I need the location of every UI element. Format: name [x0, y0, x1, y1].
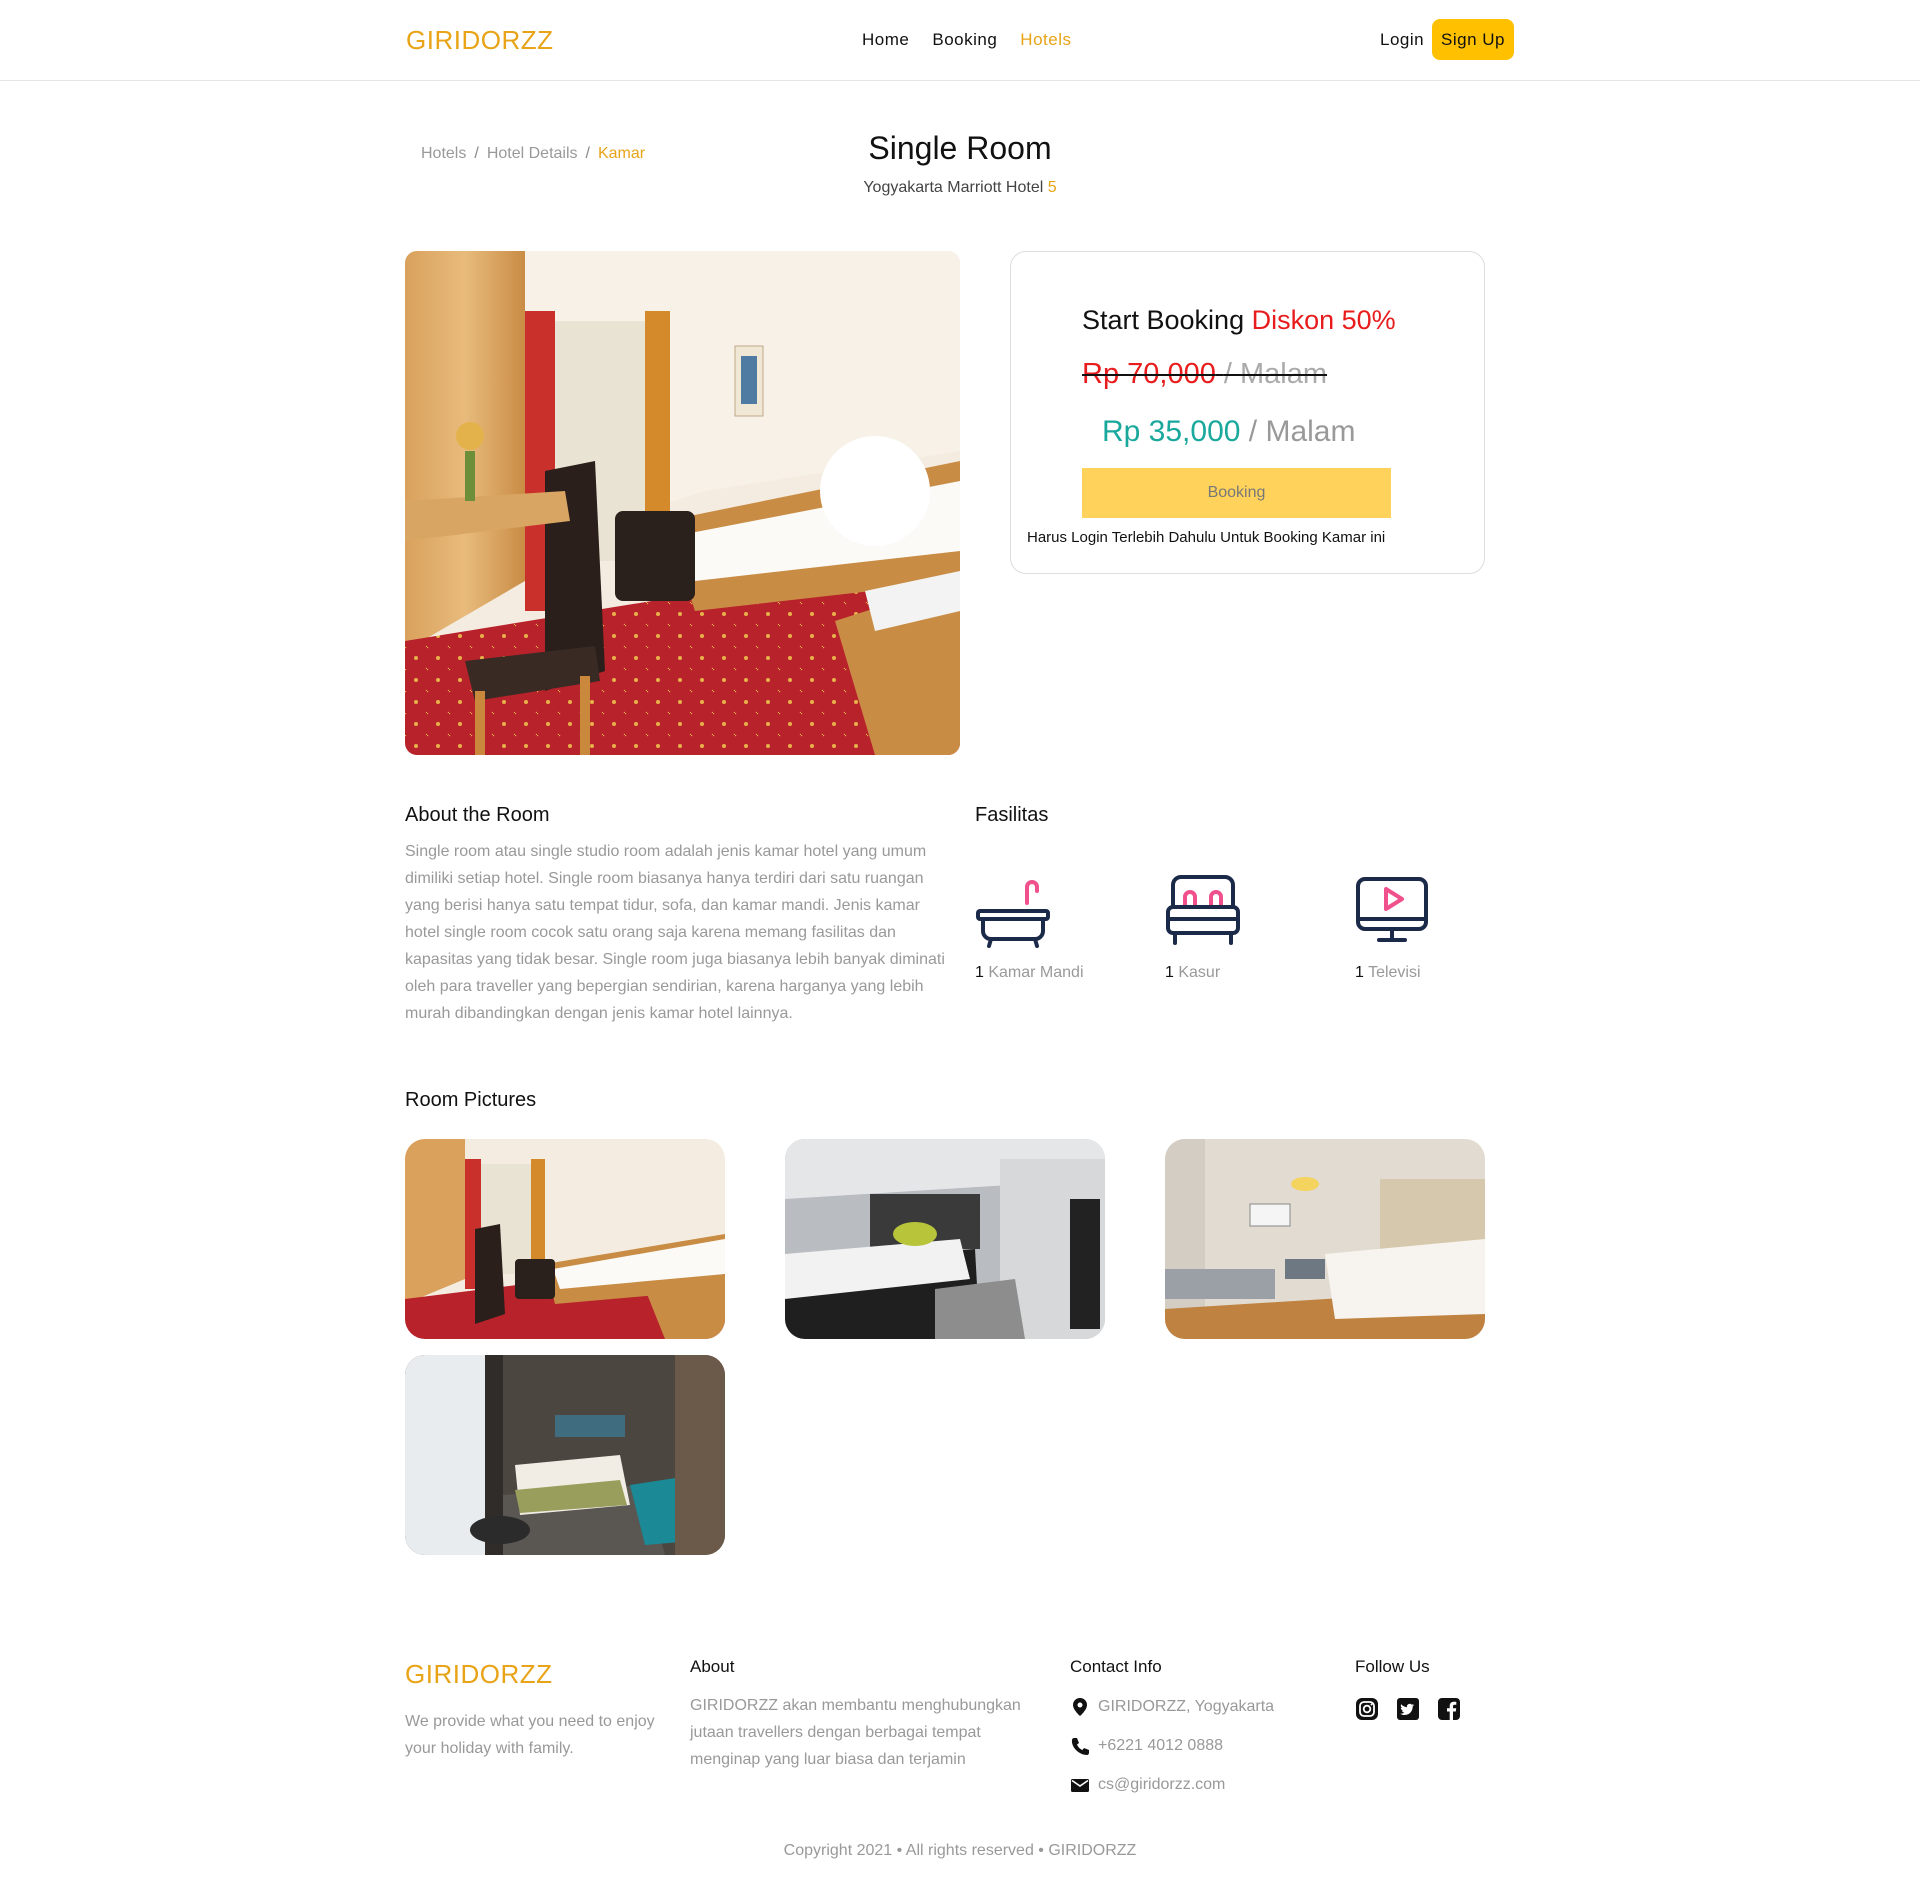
nav-booking[interactable]: Booking [932, 30, 997, 50]
facility-name: Kamar Mandi [988, 964, 1084, 981]
signup-button[interactable]: Sign Up [1432, 19, 1514, 60]
discounted-price-unit: / Malam [1248, 415, 1356, 448]
hotel-stars: 5 [1047, 179, 1057, 196]
facility-name: Kasur [1178, 964, 1221, 981]
original-price-amount: Rp 70,000 [1082, 358, 1216, 390]
contact-email-text[interactable]: cs@giridorzz.com [1098, 1776, 1225, 1794]
bathtub-icon [976, 880, 1050, 948]
facility-count: 1 [1355, 964, 1364, 981]
room-picture[interactable] [785, 1139, 1105, 1339]
room-pictures-title: Room Pictures [405, 1089, 537, 1111]
discounted-price: Rp 35,000 / Malam [1102, 415, 1355, 449]
navbar: GIRIDORZZ Home Booking Hotels Login Sign… [0, 0, 1920, 81]
facility-item: 1 Kasur [1165, 873, 1315, 982]
facility-label: 1 Televisi [1355, 964, 1505, 982]
login-link[interactable]: Login [1380, 30, 1424, 50]
facility-count: 1 [1165, 964, 1174, 981]
room-picture[interactable] [405, 1139, 725, 1339]
footer-about-title: About [690, 1657, 735, 1676]
page-subtitle: Yogyakarta Marriott Hotel 5 [0, 179, 1920, 197]
login-required-note: Harus Login Terlebih Dahulu Untuk Bookin… [1027, 529, 1386, 546]
facilities-title: Fasilitas [975, 804, 1049, 826]
contact-phone-text[interactable]: +6221 4012 0888 [1098, 1737, 1223, 1755]
footer-brand[interactable]: GIRIDORZZ [405, 1659, 553, 1690]
discount-label: Diskon 50% [1251, 305, 1396, 335]
original-price-unit: / Malam [1223, 358, 1328, 390]
nav-hotels[interactable]: Hotels [1020, 30, 1071, 50]
facility-count: 1 [975, 964, 984, 981]
discounted-price-amount: Rp 35,000 [1102, 415, 1241, 448]
room-picture[interactable] [1165, 1139, 1485, 1339]
contact-address-text: GIRIDORZZ, Yogyakarta [1098, 1698, 1275, 1715]
facility-item: 1 Televisi [1355, 873, 1505, 982]
room-picture[interactable] [405, 1355, 725, 1555]
about-text: Single room atau single studio room adal… [405, 843, 945, 1022]
instagram-icon[interactable] [1355, 1697, 1379, 1721]
mail-icon [1071, 1779, 1089, 1792]
booking-title-text: Start Booking [1082, 305, 1245, 335]
footer-tagline: We provide what you need to enjoy your h… [405, 1713, 655, 1757]
footer-follow-title: Follow Us [1355, 1657, 1430, 1676]
facebook-icon[interactable] [1437, 1697, 1461, 1721]
booking-card: Start Booking Diskon 50% Rp 70,000 / Mal… [1010, 251, 1485, 574]
footer-contact-title: Contact Info [1070, 1657, 1162, 1676]
brand-logo[interactable]: GIRIDORZZ [406, 25, 554, 56]
contact-email: cs@giridorzz.com [1070, 1775, 1225, 1795]
contact-address: GIRIDORZZ, Yogyakarta [1070, 1697, 1274, 1717]
hotel-name: Yogyakarta Marriott Hotel [863, 179, 1044, 196]
nav-home[interactable]: Home [862, 30, 909, 50]
television-icon [1356, 877, 1428, 942]
copyright: Copyright 2021 • All rights reserved • G… [783, 1842, 1137, 1859]
booking-button[interactable]: Booking [1082, 468, 1391, 518]
bed-icon [1166, 875, 1240, 945]
original-price: Rp 70,000 / Malam [1082, 358, 1327, 391]
nav-links: Home Booking Hotels [862, 30, 1094, 50]
booking-title: Start Booking Diskon 50% [1082, 305, 1396, 336]
facility-label: 1 Kasur [1165, 964, 1315, 982]
facility-item: 1 Kamar Mandi [975, 873, 1125, 982]
footer-about-text: GIRIDORZZ akan membantu menghubungkan ju… [690, 1697, 1021, 1768]
phone-icon [1071, 1738, 1089, 1755]
main-room-image [405, 251, 960, 755]
twitter-icon[interactable] [1396, 1697, 1420, 1721]
facility-label: 1 Kamar Mandi [975, 964, 1125, 982]
page-title: Single Room [868, 130, 1052, 166]
contact-phone: +6221 4012 0888 [1070, 1736, 1223, 1756]
facility-name: Televisi [1368, 964, 1421, 981]
location-pin-icon [1073, 1698, 1087, 1716]
about-title: About the Room [405, 804, 550, 826]
